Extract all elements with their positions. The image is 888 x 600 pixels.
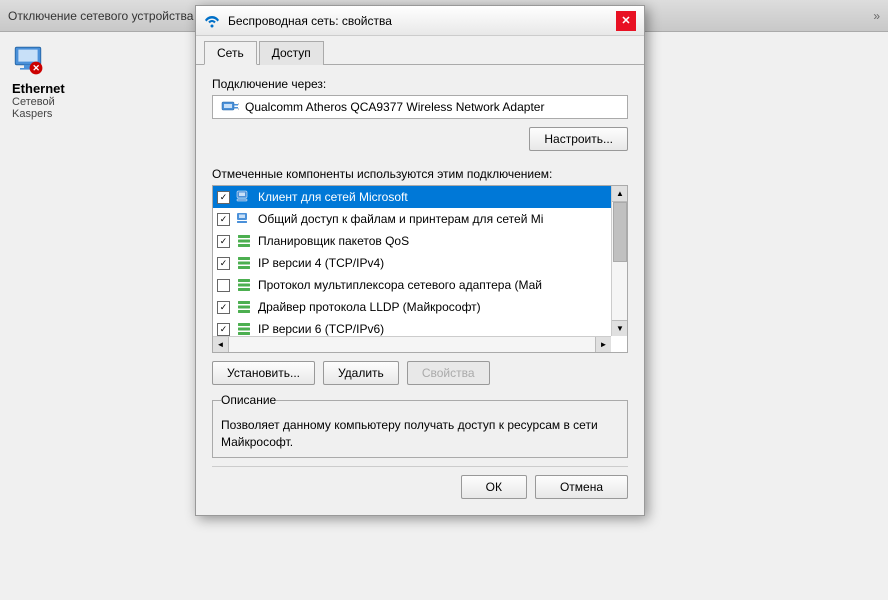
uninstall-button[interactable]: Удалить xyxy=(323,361,399,385)
bg-chevron: » xyxy=(873,9,880,23)
checkbox-6[interactable]: ✓ xyxy=(217,323,230,336)
ethernet-label: Ethernet xyxy=(12,81,60,96)
connection-via-label: Подключение через: xyxy=(212,77,628,91)
comp-icon-1 xyxy=(236,211,252,227)
description-legend: Описание xyxy=(221,393,276,407)
component-item-1[interactable]: ✓ Общий доступ к файлам и принтерам для … xyxy=(213,208,611,230)
checkbox-5[interactable]: ✓ xyxy=(217,301,230,314)
comp-icon-4 xyxy=(236,277,252,293)
scrollbar-vertical[interactable]: ▲ ▼ xyxy=(611,186,627,336)
components-list: ✓ Клиент для сетей Microsoft ✓ xyxy=(213,186,611,352)
svg-text:✕: ✕ xyxy=(32,63,39,73)
scrollbar-horizontal[interactable]: ◄ ► xyxy=(213,336,611,352)
network-sub2: Kaspers xyxy=(12,108,60,120)
comp-label-5: Драйвер протокола LLDP (Майкрософт) xyxy=(258,300,481,314)
properties-button[interactable]: Свойства xyxy=(407,361,490,385)
checkbox-1[interactable]: ✓ xyxy=(217,213,230,226)
checkbox-0[interactable]: ✓ xyxy=(217,191,230,204)
component-item-5[interactable]: ✓ Драйвер протокола LLDP (Майкрософт) xyxy=(213,296,611,318)
network-sub1: Сетевой xyxy=(12,96,60,108)
scrollbar-track xyxy=(612,202,627,320)
comp-label-4: Протокол мультиплексора сетевого адаптер… xyxy=(258,278,542,292)
checkbox-4[interactable] xyxy=(217,279,230,292)
ok-button[interactable]: ОК xyxy=(461,475,527,499)
configure-button[interactable]: Настроить... xyxy=(529,127,628,151)
adapter-name: Qualcomm Atheros QCA9377 Wireless Networ… xyxy=(245,100,544,114)
close-button[interactable]: ✕ xyxy=(616,11,636,31)
comp-icon-0 xyxy=(236,189,252,205)
wifi-title-icon xyxy=(204,13,220,29)
tabs-bar: Сеть Доступ xyxy=(196,36,644,65)
modal-titlebar: Беспроводная сеть: свойства ✕ xyxy=(196,6,644,36)
tab-network[interactable]: Сеть xyxy=(204,41,257,65)
comp-label-3: IP версии 4 (TCP/IPv4) xyxy=(258,256,384,270)
component-item-3[interactable]: ✓ IP версии 4 (TCP/IPv4) xyxy=(213,252,611,274)
scrollbar-up-arrow[interactable]: ▲ xyxy=(612,186,628,202)
description-text: Позволяет данному компьютеру получать до… xyxy=(221,418,598,449)
comp-icon-3 xyxy=(236,255,252,271)
scrollbar-h-track xyxy=(229,337,595,352)
comp-label-0: Клиент для сетей Microsoft xyxy=(258,190,408,204)
comp-icon-2 xyxy=(236,233,252,249)
comp-icon-5 xyxy=(236,299,252,315)
network-icon-container: ✕ Ethernet Сетевой Kaspers xyxy=(12,44,60,92)
adapter-icon xyxy=(221,100,239,114)
components-list-container: ✓ Клиент для сетей Microsoft ✓ xyxy=(212,185,628,353)
component-item-2[interactable]: ✓ Планировщик пакетов QoS xyxy=(213,230,611,252)
action-buttons-row: Установить... Удалить Свойства xyxy=(212,361,628,385)
connection-via-box: Qualcomm Atheros QCA9377 Wireless Networ… xyxy=(212,95,628,119)
modal-title: Беспроводная сеть: свойства xyxy=(228,14,608,28)
tab-access[interactable]: Доступ xyxy=(259,41,324,65)
scrollbar-down-arrow[interactable]: ▼ xyxy=(612,320,628,336)
install-button[interactable]: Установить... xyxy=(212,361,315,385)
ethernet-icon: ✕ xyxy=(12,44,44,76)
comp-label-6: IP версии 6 (TCP/IPv6) xyxy=(258,322,384,336)
description-group: Описание Позволяет данному компьютеру по… xyxy=(212,393,628,458)
comp-label-1: Общий доступ к файлам и принтерам для се… xyxy=(258,212,543,226)
component-item-0[interactable]: ✓ Клиент для сетей Microsoft xyxy=(213,186,611,208)
scrollbar-thumb[interactable] xyxy=(613,202,627,262)
scrollbar-left-arrow[interactable]: ◄ xyxy=(213,337,229,353)
comp-icon-6 xyxy=(236,321,252,337)
checkbox-3[interactable]: ✓ xyxy=(217,257,230,270)
ok-cancel-row: ОК Отмена xyxy=(212,466,628,503)
modal-body: Подключение через: Qualcomm Atheros QCA9… xyxy=(196,65,644,515)
properties-dialog: Беспроводная сеть: свойства ✕ Сеть Досту… xyxy=(195,5,645,516)
comp-label-2: Планировщик пакетов QoS xyxy=(258,234,409,248)
components-label: Отмеченные компоненты используются этим … xyxy=(212,167,628,181)
scrollbar-right-arrow[interactable]: ► xyxy=(595,337,611,353)
cancel-button[interactable]: Отмена xyxy=(535,475,628,499)
checkbox-2[interactable]: ✓ xyxy=(217,235,230,248)
component-item-4[interactable]: Протокол мультиплексора сетевого адаптер… xyxy=(213,274,611,296)
